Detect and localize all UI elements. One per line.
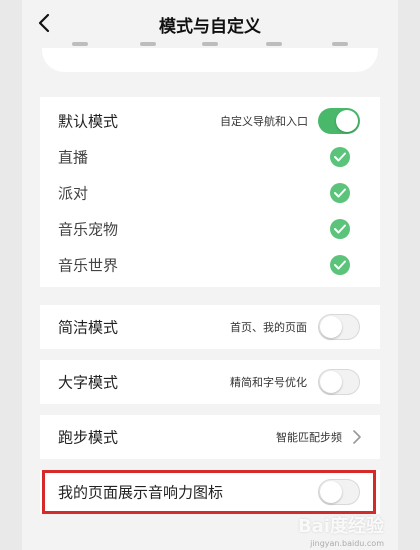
- check-icon: [330, 183, 350, 203]
- card-label-stub: [332, 42, 348, 46]
- default-mode-desc: 自定义导航和入口: [220, 115, 308, 128]
- check-icon: [330, 255, 350, 275]
- large-font-mode-row[interactable]: 大字模式 精简和字号优化: [40, 360, 380, 404]
- mode-row-party[interactable]: 派对: [40, 175, 380, 211]
- card-label-stub: [202, 42, 218, 46]
- card-label-stub: [72, 42, 88, 46]
- card-label-stub: [140, 42, 156, 46]
- mode-label-live: 直播: [58, 148, 89, 167]
- simple-mode-desc: 首页、我的页面: [230, 321, 307, 334]
- watermark-url: jingyan.baidu.com: [310, 539, 384, 548]
- screen: 模式与自定义 默认模式 自定义导航和入口 直播 派对 音乐宠物 音乐世界 简洁模…: [22, 0, 398, 550]
- card-label-stub: [266, 42, 282, 46]
- large-font-mode-label: 大字模式: [58, 373, 119, 392]
- mode-row-music-world[interactable]: 音乐世界: [40, 247, 380, 283]
- chevron-right-icon: [353, 430, 361, 444]
- running-mode-row[interactable]: 跑步模式 智能匹配步频: [40, 415, 380, 459]
- highlight-box: [42, 470, 376, 514]
- mode-row-music-pet[interactable]: 音乐宠物: [40, 211, 380, 247]
- check-icon: [330, 147, 350, 167]
- default-mode-group: 默认模式 自定义导航和入口 直播 派对 音乐宠物 音乐世界: [40, 97, 380, 287]
- large-font-mode-desc: 精简和字号优化: [230, 376, 307, 389]
- simple-mode-toggle[interactable]: [318, 314, 360, 340]
- header: 模式与自定义: [22, 0, 398, 48]
- running-mode-desc: 智能匹配步频: [276, 431, 342, 444]
- large-font-mode-toggle[interactable]: [318, 369, 360, 395]
- watermark: Bai度经验: [297, 516, 384, 537]
- mode-row-live[interactable]: 直播: [40, 139, 380, 175]
- running-mode-label: 跑步模式: [58, 428, 119, 447]
- mode-label-party: 派对: [58, 184, 89, 203]
- mode-label-music-pet: 音乐宠物: [58, 220, 119, 239]
- simple-mode-row[interactable]: 简洁模式 首页、我的页面: [40, 305, 380, 349]
- check-icon: [330, 219, 350, 239]
- page-title: 模式与自定义: [159, 17, 261, 37]
- mode-icon-card: [42, 42, 378, 72]
- mode-label-music-world: 音乐世界: [58, 256, 119, 275]
- default-mode-label: 默认模式: [58, 112, 119, 131]
- default-mode-row[interactable]: 默认模式 自定义导航和入口: [40, 103, 380, 139]
- simple-mode-label: 简洁模式: [58, 318, 119, 337]
- default-mode-toggle[interactable]: [318, 108, 360, 134]
